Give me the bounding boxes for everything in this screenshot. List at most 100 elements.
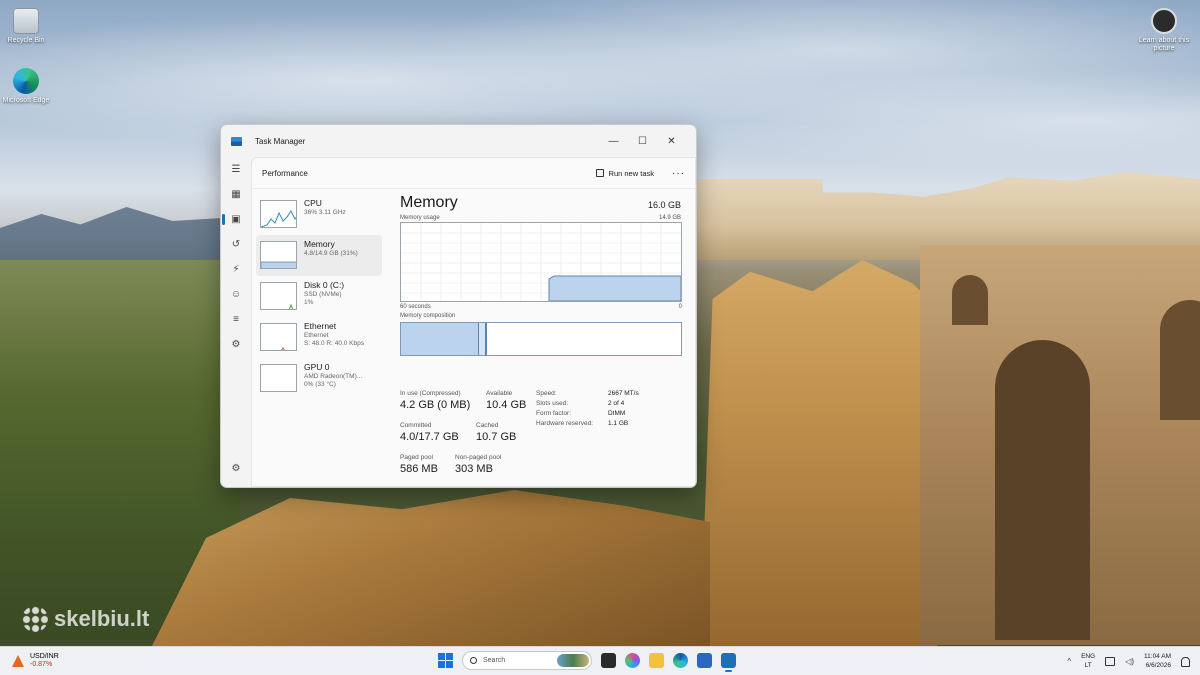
search-icon [470, 657, 477, 664]
hamburger-menu-icon[interactable]: ☰ [221, 157, 251, 182]
search-box[interactable]: Search [462, 651, 592, 670]
spec-value: 2 of 4 [608, 400, 625, 407]
desktop-icon-label: Microsoft Edge [2, 97, 50, 104]
performance-list: CPU 36% 3.11 GHz Memory 4.8/14.9 GB (31%… [256, 194, 382, 399]
nav-processes-icon[interactable]: ▦ [221, 182, 251, 207]
perf-item-name: Disk 0 (C:) [304, 280, 345, 290]
stat-value: 10.7 GB [476, 431, 517, 443]
widget-label: USD/INR [30, 652, 59, 660]
notification-bell-icon[interactable] [1181, 656, 1190, 667]
memory-composition-bar [400, 322, 682, 356]
stat-label: Cached [476, 422, 499, 429]
run-new-task-label: Run new task [608, 168, 654, 178]
perf-item-ethernet[interactable]: Ethernet Ethernet S: 48.0 R: 40.0 Kbps [256, 317, 382, 358]
microsoft-store-icon[interactable] [697, 653, 712, 668]
task-manager-taskbar-icon[interactable] [721, 653, 736, 672]
stat-value: 4.2 GB (0 MB) [400, 399, 471, 411]
task-manager-window[interactable]: Task Manager — ☐ ✕ ☰ ▦ ▣ ↺ ⚡ ☺ ≡ ⚙ ⚙ Per… [220, 124, 697, 488]
desktop-icon-edge[interactable]: Microsoft Edge [0, 68, 52, 105]
perf-item-detail: SSD (NVMe) [304, 291, 342, 299]
close-button[interactable]: ✕ [657, 136, 686, 147]
wallpaper-bridge-arch [1160, 300, 1200, 420]
wallpaper-cliff [700, 260, 950, 650]
spec-key: Speed: [536, 390, 557, 397]
clock[interactable]: 11:04 AM 6/6/2026 [1144, 653, 1171, 670]
search-placeholder: Search [483, 657, 506, 664]
run-new-task-button[interactable]: Run new task [595, 168, 654, 178]
run-task-icon [595, 169, 604, 177]
composition-modified-segment [479, 323, 487, 355]
wallpaper-bridge-arch [952, 275, 988, 325]
page-header: Performance Run new task ··· [252, 158, 695, 189]
language-indicator[interactable]: ENG LT [1081, 653, 1095, 669]
show-hidden-icons-button[interactable]: ^ [1067, 657, 1071, 666]
desktop-icon-label: Learn about this picture [1138, 37, 1190, 53]
spec-value: 1.1 GB [608, 420, 629, 427]
memory-composition-label: Memory composition [400, 313, 456, 319]
stat-label: Available [486, 390, 513, 397]
desktop-icon-recycle-bin[interactable]: Recycle Bin [0, 8, 52, 45]
desktop-icon-learn-picture[interactable]: Learn about this picture [1138, 8, 1190, 53]
nav-users-icon[interactable]: ☺ [221, 282, 251, 307]
stat-value: 10.4 GB [486, 399, 527, 411]
clock-time: 11:04 AM [1144, 653, 1171, 661]
taskbar: USD/INR -0.87% Search ^ ENG LT ◁) 11:04 … [0, 646, 1200, 675]
spec-key: Slots used: [536, 400, 569, 407]
nav-services-icon[interactable]: ⚙ [221, 332, 251, 357]
perf-item-gpu[interactable]: GPU 0 AMD Radeon(TM)... 0% (33 °C) [256, 358, 382, 399]
perf-item-disk[interactable]: Disk 0 (C:) SSD (NVMe) 1% [256, 276, 382, 317]
perf-item-detail: 0% (33 °C) [304, 381, 336, 389]
spec-value: DIMM [608, 410, 626, 417]
memory-title: Memory [400, 194, 458, 211]
task-manager-icon [231, 136, 242, 146]
stat-value: 4.0/17.7 GB [400, 431, 459, 443]
nav-rail: ☰ ▦ ▣ ↺ ⚡ ☺ ≡ ⚙ ⚙ [221, 157, 251, 487]
nav-performance-icon[interactable]: ▣ [221, 207, 251, 232]
file-explorer-icon[interactable] [649, 653, 664, 668]
perf-item-name: Ethernet [304, 321, 337, 331]
perf-item-detail: Ethernet [304, 332, 329, 340]
perf-item-detail: 1% [304, 299, 314, 307]
system-tray: ^ ENG LT ◁) 11:04 AM 6/6/2026 [1067, 647, 1200, 675]
stat-label: In use (Compressed) [400, 390, 461, 397]
keyboard-layout: LT [1084, 661, 1092, 669]
start-button[interactable] [438, 653, 453, 668]
desktop-icon-label: Recycle Bin [7, 37, 45, 44]
graph-axis-left: 60 seconds [400, 304, 431, 310]
memory-specs: Speed: 2667 MT/s Slots used: 2 of 4 Form f… [536, 390, 686, 430]
perf-item-name: CPU [304, 198, 322, 208]
disk-thumbnail-graph [260, 282, 297, 310]
memory-usage-graph [400, 222, 682, 302]
network-icon[interactable] [1105, 657, 1116, 666]
nav-startup-apps-icon[interactable]: ⚡ [221, 257, 251, 282]
memory-usage-label: Memory usage [400, 215, 440, 221]
task-view-icon[interactable] [601, 653, 616, 668]
title-bar[interactable]: Task Manager — ☐ ✕ [221, 125, 696, 157]
nav-app-history-icon[interactable]: ↺ [221, 232, 251, 257]
maximize-button[interactable]: ☐ [628, 136, 657, 147]
widgets-button[interactable]: USD/INR -0.87% [12, 653, 59, 670]
settings-gear-icon[interactable]: ⚙ [221, 456, 251, 481]
spec-key: Form factor: [536, 410, 572, 417]
copilot-icon[interactable] [625, 653, 640, 668]
composition-in-use-segment [401, 323, 479, 355]
perf-item-memory[interactable]: Memory 4.8/14.9 GB (31%) [256, 235, 382, 276]
stat-label: Committed [400, 422, 432, 429]
perf-item-cpu[interactable]: CPU 36% 3.11 GHz [256, 194, 382, 235]
taskbar-apps: Search [438, 651, 736, 672]
minimize-button[interactable]: — [599, 136, 628, 147]
memory-usage-max: 14.9 GB [658, 215, 681, 221]
more-options-button[interactable]: ··· [672, 168, 685, 179]
stat-value: 303 MB [455, 463, 493, 475]
edge-icon [13, 68, 39, 94]
volume-icon[interactable]: ◁) [1125, 657, 1134, 666]
perf-item-detail: 36% 3.11 GHz [304, 209, 346, 217]
performance-panel: Performance Run new task ··· CPU 36% 3.1… [251, 157, 696, 487]
graph-axis-right: 0 [678, 304, 682, 310]
search-highlight-image [557, 654, 589, 667]
clock-date: 6/6/2026 [1145, 661, 1171, 669]
edge-taskbar-icon[interactable] [673, 653, 688, 668]
stat-label: Non-paged pool [455, 454, 502, 461]
memory-total: 16.0 GB [647, 200, 681, 210]
nav-details-icon[interactable]: ≡ [221, 307, 251, 332]
